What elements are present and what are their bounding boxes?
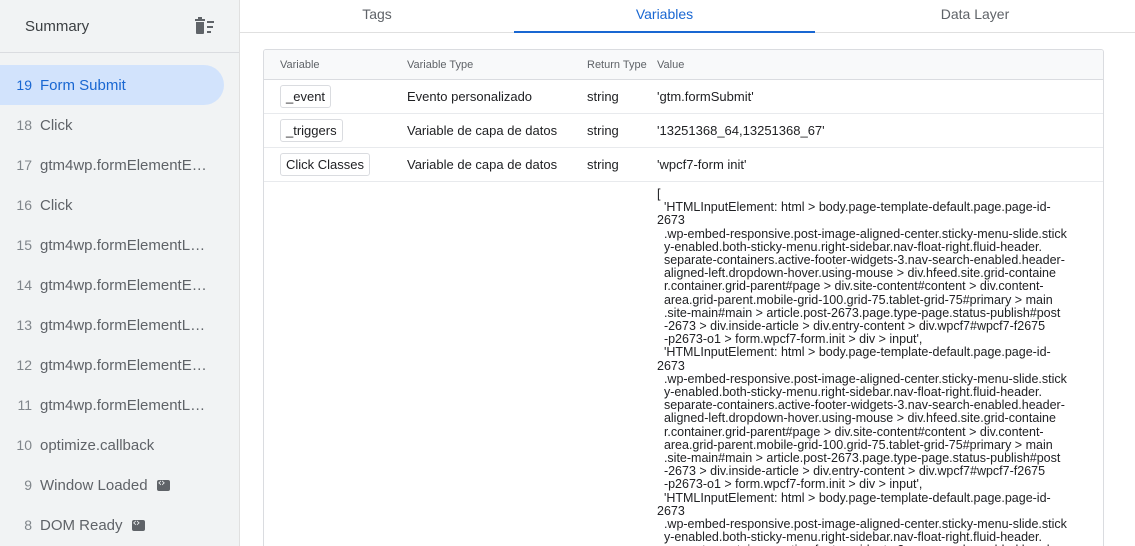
variable-type: Variable de capa de datos bbox=[407, 123, 558, 138]
table-header: Variable Variable Type Return Type Value bbox=[264, 50, 1103, 80]
sidebar-title: Summary bbox=[25, 17, 90, 35]
event-list-item[interactable]: 8 DOM Ready bbox=[0, 505, 239, 545]
header-variable-type: Variable Type bbox=[407, 58, 474, 71]
event-number: 8 bbox=[24, 517, 32, 533]
event-label: Form Submit bbox=[40, 76, 126, 94]
sidebar-divider bbox=[0, 52, 239, 53]
variable-chip[interactable]: _triggers bbox=[280, 119, 343, 142]
event-number: 11 bbox=[17, 397, 32, 413]
header-return-type: Return Type bbox=[587, 58, 647, 71]
event-number: 14 bbox=[16, 277, 32, 293]
sidebar: Summary 19 Form Submit 18 Click 17 gtm4wp.for… bbox=[0, 0, 240, 546]
variables-table: Variable Variable Type Return Type Value… bbox=[263, 49, 1104, 546]
event-label: gtm4wp.formElementLe... bbox=[40, 316, 210, 334]
event-label: gtm4wp.formElementEn... bbox=[40, 156, 210, 174]
return-type: string bbox=[587, 157, 619, 172]
event-number: 18 bbox=[16, 117, 32, 133]
event-list-item[interactable]: 10 optimize.callback bbox=[0, 425, 239, 465]
table-body: _event Evento personalizado string 'gtm.for… bbox=[264, 80, 1103, 182]
event-label: DOM Ready bbox=[40, 516, 123, 534]
event-list-item[interactable]: 17 gtm4wp.formElementEn... bbox=[0, 145, 239, 185]
variable-value: 'gtm.formSubmit' bbox=[657, 89, 754, 104]
event-number: 12 bbox=[16, 357, 32, 373]
code-icon bbox=[156, 476, 170, 491]
event-number: 16 bbox=[16, 197, 32, 213]
variable-chip[interactable]: _event bbox=[280, 85, 332, 108]
table-row: _triggers Variable de capa de datos string… bbox=[264, 114, 1103, 148]
event-list-item[interactable]: 15 gtm4wp.formElementLe... bbox=[0, 225, 239, 265]
long-value-text: [ 'HTMLInputElement: html > body.page-te… bbox=[657, 187, 1067, 546]
sidebar-header: Summary bbox=[0, 0, 239, 52]
event-number: 9 bbox=[24, 477, 32, 493]
event-list-item[interactable]: 16 Click bbox=[0, 185, 239, 225]
variable-value: '13251368_64,13251368_67' bbox=[657, 123, 825, 138]
code-icon bbox=[131, 516, 145, 531]
table-row-long: [ 'HTMLInputElement: html > body.page-te… bbox=[264, 182, 1103, 546]
header-variable: Variable bbox=[280, 58, 320, 71]
table-row: Click Classes Variable de capa de datos st… bbox=[264, 148, 1103, 182]
variable-value: 'wpcf7-form init' bbox=[657, 157, 747, 172]
return-type: string bbox=[587, 89, 619, 104]
event-label: gtm4wp.formElementEn... bbox=[40, 356, 210, 374]
event-number: 17 bbox=[16, 157, 32, 173]
event-label: optimize.callback bbox=[40, 436, 155, 454]
event-label: gtm4wp.formElementEn... bbox=[40, 276, 210, 294]
variable-type: Variable de capa de datos bbox=[407, 157, 558, 172]
delete-sweep-icon[interactable] bbox=[193, 17, 215, 35]
event-label: Click bbox=[40, 116, 73, 134]
event-number: 19 bbox=[16, 77, 32, 93]
event-list-item[interactable]: 14 gtm4wp.formElementEn... bbox=[0, 265, 239, 305]
event-list-item[interactable]: 13 gtm4wp.formElementLe... bbox=[0, 305, 239, 345]
header-value: Value bbox=[657, 58, 685, 71]
event-list-item[interactable]: 19 Form Submit bbox=[0, 65, 224, 105]
event-list-item[interactable]: 12 gtm4wp.formElementEn... bbox=[0, 345, 239, 385]
tab-variables[interactable]: Variables bbox=[514, 0, 815, 33]
event-number: 13 bbox=[16, 317, 32, 333]
variable-chip[interactable]: Click Classes bbox=[280, 153, 371, 176]
variable-type: Evento personalizado bbox=[407, 89, 533, 104]
tab-data-layer[interactable]: Data Layer bbox=[815, 0, 1135, 32]
tab-tags[interactable]: Tags bbox=[240, 0, 514, 32]
event-list-item[interactable]: 18 Click bbox=[0, 105, 239, 145]
table-row: _event Evento personalizado string 'gtm.for… bbox=[264, 80, 1103, 114]
event-number: 10 bbox=[16, 437, 32, 453]
return-type: string bbox=[587, 123, 619, 138]
event-label: Window Loaded bbox=[40, 476, 148, 494]
event-list-item[interactable]: 11 gtm4wp.formElementLe... bbox=[0, 385, 239, 425]
event-list-item[interactable]: 9 Window Loaded bbox=[0, 465, 239, 505]
event-list: 19 Form Submit 18 Click 17 gtm4wp.formElement… bbox=[0, 65, 239, 545]
event-label: gtm4wp.formElementLe... bbox=[40, 396, 210, 414]
event-label: Click bbox=[40, 196, 73, 214]
event-label: gtm4wp.formElementLe... bbox=[40, 236, 210, 254]
tab-bar: Tags Variables Data Layer bbox=[240, 0, 1135, 33]
event-number: 15 bbox=[16, 237, 32, 253]
